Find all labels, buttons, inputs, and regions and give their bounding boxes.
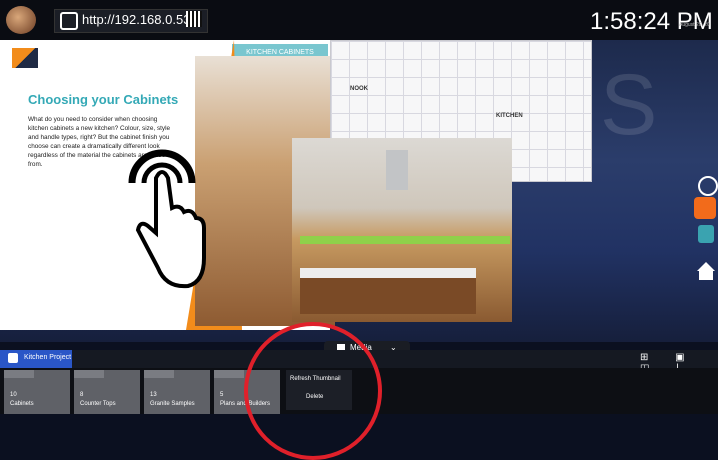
logo-icon[interactable]	[6, 6, 36, 34]
slide-title: Choosing your Cabinets	[28, 92, 179, 107]
folder-count: 10	[10, 392, 17, 398]
kitchen-island	[300, 268, 476, 314]
home-icon-base[interactable]	[699, 270, 713, 280]
folder-count: 8	[80, 392, 84, 398]
backsplash-strip	[300, 236, 510, 244]
project-label: Kitchen Project	[24, 354, 72, 361]
folder-name: Counter Tops	[80, 401, 116, 407]
folder-item[interactable]: 8 Counter Tops	[74, 370, 140, 414]
url-icon	[60, 12, 78, 30]
folder-item[interactable]: 13 Granite Samples	[144, 370, 210, 414]
folder-icon	[144, 370, 174, 378]
background-watermark: S	[600, 57, 658, 153]
brand-logo-icon	[12, 48, 38, 68]
floorplan-kitchen-label: KITCHEN	[496, 113, 523, 119]
folder-icon	[214, 370, 244, 378]
folder-item[interactable]: 10 Cabinets	[4, 370, 70, 414]
range-hood	[386, 150, 408, 190]
folder-count: 5	[220, 392, 224, 398]
touch-gesture-icon	[128, 149, 206, 289]
folder-icon	[4, 370, 34, 378]
qr-code-icon[interactable]	[186, 11, 202, 27]
globe-icon[interactable]	[698, 176, 718, 196]
shop-icon[interactable]	[694, 197, 716, 219]
date-label: August 20, 20	[679, 22, 710, 28]
highlight-circle	[244, 322, 382, 460]
book-icon[interactable]	[698, 225, 714, 243]
floorplan-nook-label: NOOK	[350, 86, 368, 92]
folder-name: Cabinets	[10, 401, 34, 407]
folder-icon	[74, 370, 104, 378]
project-icon	[8, 353, 18, 363]
url-text: http://192.168.0.53	[82, 12, 191, 27]
folder-count: 13	[150, 392, 157, 398]
folder-name: Granite Samples	[150, 401, 195, 407]
